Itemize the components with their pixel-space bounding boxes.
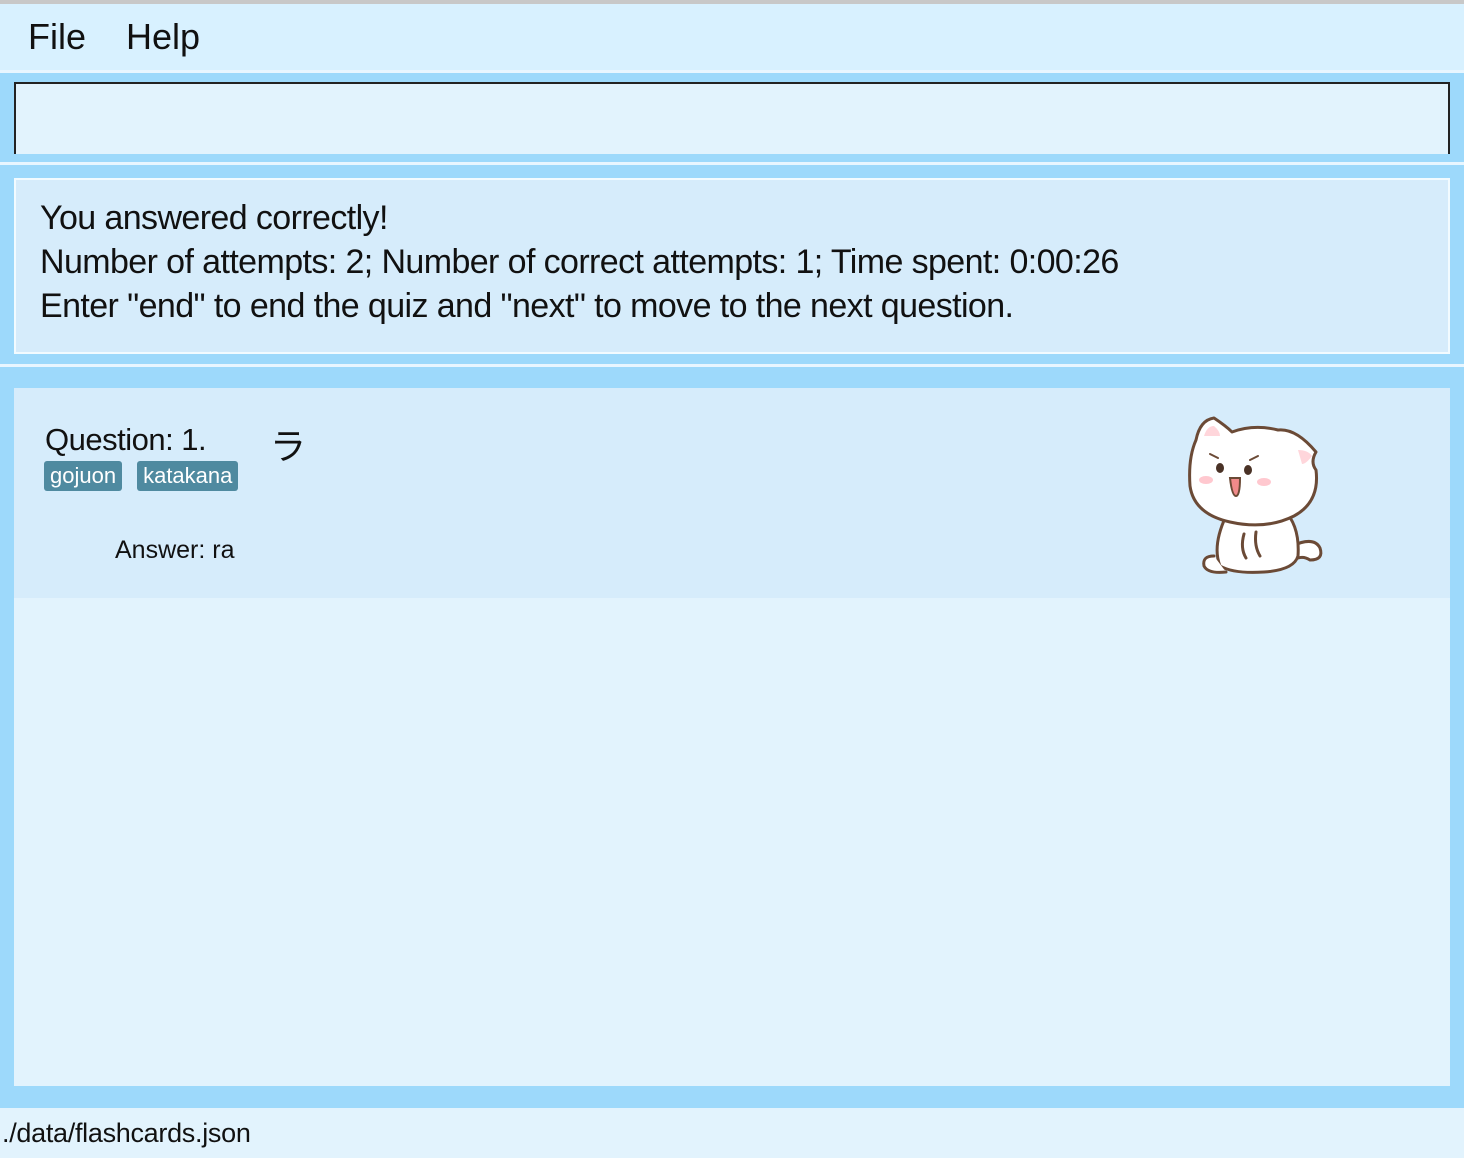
command-box[interactable] <box>14 82 1450 154</box>
menu-bar: File Help <box>0 4 1464 70</box>
flashcard-list[interactable]: Question: 1. ラ gojuon katakana Answer: r… <box>14 388 1450 1086</box>
status-file-path: ./data/flashcards.json <box>2 1117 251 1148</box>
result-instructions: Enter "end" to end the quiz and "next" t… <box>40 287 1014 325</box>
menu-file[interactable]: File <box>28 16 86 58</box>
result-message: You answered correctly! <box>40 199 388 237</box>
menu-help[interactable]: Help <box>126 16 200 58</box>
flashcard-card[interactable]: Question: 1. ラ gojuon katakana Answer: r… <box>14 388 1450 598</box>
status-bar: ./data/flashcards.json <box>0 1108 1464 1158</box>
result-divider <box>0 364 1464 367</box>
tag-gojuon: gojuon <box>44 461 123 491</box>
command-input[interactable] <box>16 84 1448 154</box>
question-text: ラ <box>270 427 307 468</box>
command-divider <box>0 162 1464 165</box>
answer-text: Answer: ra <box>115 536 235 564</box>
tag-katakana: katakana <box>137 461 239 491</box>
question-label: Question: 1. <box>45 422 207 457</box>
cat-sticker-image <box>1188 416 1323 574</box>
menubar-divider <box>0 70 1464 73</box>
tag-list: gojuon katakana <box>44 461 239 491</box>
result-display: You answered correctly! Number of attemp… <box>14 178 1450 354</box>
result-stats: Number of attempts: 2; Number of correct… <box>40 243 1119 281</box>
